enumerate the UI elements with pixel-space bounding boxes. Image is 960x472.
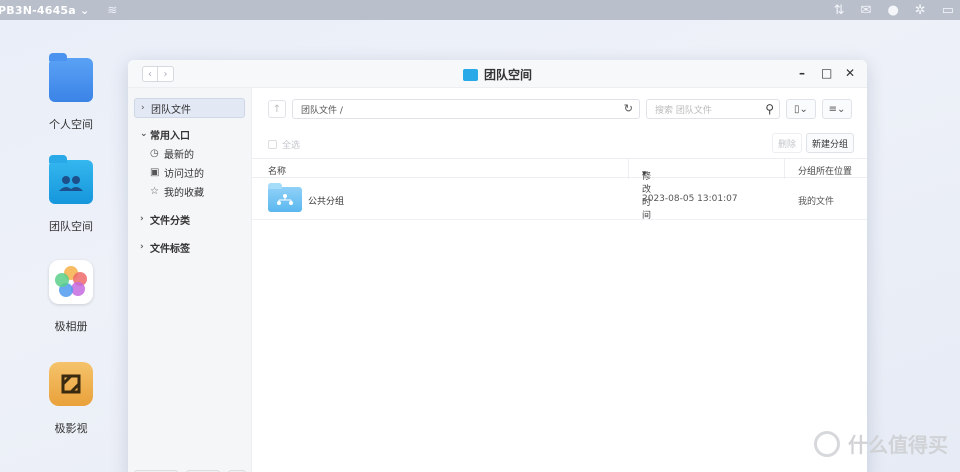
- select-all-checkbox[interactable]: 全选: [268, 138, 300, 151]
- close-button[interactable]: ✕: [845, 66, 855, 80]
- arrow-up-icon: ↑: [272, 103, 282, 115]
- checkbox-icon: [268, 140, 277, 149]
- file-location: 我的文件: [798, 197, 835, 207]
- gear-icon[interactable]: ✲: [915, 3, 926, 18]
- system-topbar: PB3N-4645a ⌄ ≋ ⇅ ✉ ● ✲ ▭: [0, 0, 960, 20]
- chevron-down-icon: ⌄: [140, 129, 148, 139]
- watermark: 什么值得买: [814, 429, 948, 458]
- desktop-icon-video[interactable]: 极影视: [31, 362, 111, 436]
- message-icon[interactable]: ✉: [861, 3, 872, 18]
- wifi-icon: ≋: [107, 3, 118, 17]
- file-content: ↑ 团队文件 / ↻ 搜索 团队文件 ⚲ ▯⌄ ≡⌄ 全选 删除 新建分组 名称…: [252, 88, 867, 472]
- toolbar: ↑ 团队文件 / ↻ 搜索 团队文件 ⚲ ▯⌄ ≡⌄: [252, 88, 867, 130]
- team-space-icon: [462, 69, 478, 81]
- sidebar-item-team-files[interactable]: › 团队文件: [134, 98, 245, 118]
- sidebar: › 团队文件 ⌄ 常用入口 ◷ 最新的 ▣ 访问过的 ☆ 我的收藏 › 文件分类…: [128, 88, 252, 472]
- new-group-button[interactable]: 新建分组: [806, 133, 854, 153]
- delete-button[interactable]: 删除: [772, 133, 802, 153]
- sidebar-group-categories[interactable]: › 文件分类: [134, 209, 245, 229]
- search-icon[interactable]: ⚲: [765, 102, 774, 116]
- team-space-window: ‹ › 团队空间 – □ ✕ › 团队文件 ⌄ 常用入口 ◷ 最新的 ▣ 访问过…: [128, 60, 867, 472]
- column-divider[interactable]: [628, 159, 629, 179]
- transfer-icon[interactable]: ⇅: [834, 3, 845, 18]
- team-folder-icon: [49, 155, 93, 204]
- desktop-icon-photos[interactable]: 极相册: [31, 260, 111, 334]
- desktop-icon-label: 极影视: [54, 422, 88, 435]
- desktop-icon-label: 极相册: [54, 320, 88, 333]
- action-bar: 全选 删除 新建分组: [252, 130, 867, 158]
- menu-icon[interactable]: ▭: [942, 3, 954, 18]
- view-list-icon: ▯⌄: [794, 103, 808, 115]
- window-controls: – □ ✕: [797, 66, 855, 80]
- personal-folder-icon: [49, 53, 93, 102]
- sidebar-item-recent[interactable]: ◷ 最新的: [134, 144, 245, 163]
- sidebar-item-favorites[interactable]: ☆ 我的收藏: [134, 182, 245, 201]
- path-bar[interactable]: 团队文件 / ↻: [292, 99, 640, 119]
- desktop-icon-label: 个人空间: [49, 118, 93, 131]
- desktop-icon-personal[interactable]: 个人空间: [31, 53, 111, 132]
- sort-button[interactable]: ≡⌄: [822, 99, 852, 119]
- user-icon[interactable]: ●: [887, 3, 898, 18]
- desktop-icon-label: 团队空间: [49, 220, 93, 233]
- device-name[interactable]: PB3N-4645a ⌄: [0, 4, 89, 17]
- chevron-right-icon: ›: [141, 103, 145, 113]
- sidebar-item-visited[interactable]: ▣ 访问过的: [134, 163, 245, 182]
- table-row[interactable]: 公共分组 2023-08-05 13:01:07 我的文件: [252, 178, 867, 220]
- sidebar-group-tags[interactable]: › 文件标签: [134, 237, 245, 257]
- view-mode-button[interactable]: ▯⌄: [786, 99, 816, 119]
- column-header-location[interactable]: 分组所在位置: [798, 164, 852, 177]
- minimize-button[interactable]: –: [797, 66, 807, 80]
- star-icon: ☆: [150, 186, 159, 197]
- file-name: 公共分组: [308, 197, 345, 207]
- chevron-right-icon: ›: [140, 242, 144, 252]
- clock-icon: ◷: [150, 148, 159, 159]
- group-folder-icon: [268, 183, 302, 212]
- team-people-icon: [59, 176, 83, 191]
- desktop-icon-team[interactable]: 团队空间: [31, 155, 111, 234]
- watermark-logo-icon: [814, 430, 840, 457]
- file-modified: 2023-08-05 13:01:07: [642, 194, 738, 204]
- history-icon: ▣: [150, 167, 160, 178]
- topbar-right-icons: ⇅ ✉ ● ✲ ▭: [834, 3, 954, 18]
- up-level-button[interactable]: ↑: [268, 100, 286, 118]
- photos-app-icon: [49, 260, 93, 304]
- search-input[interactable]: 搜索 团队文件 ⚲: [646, 99, 780, 119]
- column-divider[interactable]: [784, 159, 785, 179]
- window-titlebar: ‹ › 团队空间 – □ ✕: [128, 60, 867, 88]
- refresh-icon[interactable]: ↻: [624, 102, 633, 115]
- sort-icon: ≡⌄: [828, 103, 846, 115]
- column-header-name[interactable]: 名称: [268, 164, 286, 177]
- video-app-icon: [49, 362, 93, 406]
- maximize-button[interactable]: □: [821, 66, 832, 80]
- chevron-right-icon: ›: [140, 214, 144, 224]
- window-title: 团队空间: [128, 66, 867, 83]
- sidebar-group-quick-access[interactable]: ⌄ 常用入口: [134, 124, 245, 144]
- table-header: 名称 修改时间 ▾ 分组所在位置: [252, 158, 867, 221]
